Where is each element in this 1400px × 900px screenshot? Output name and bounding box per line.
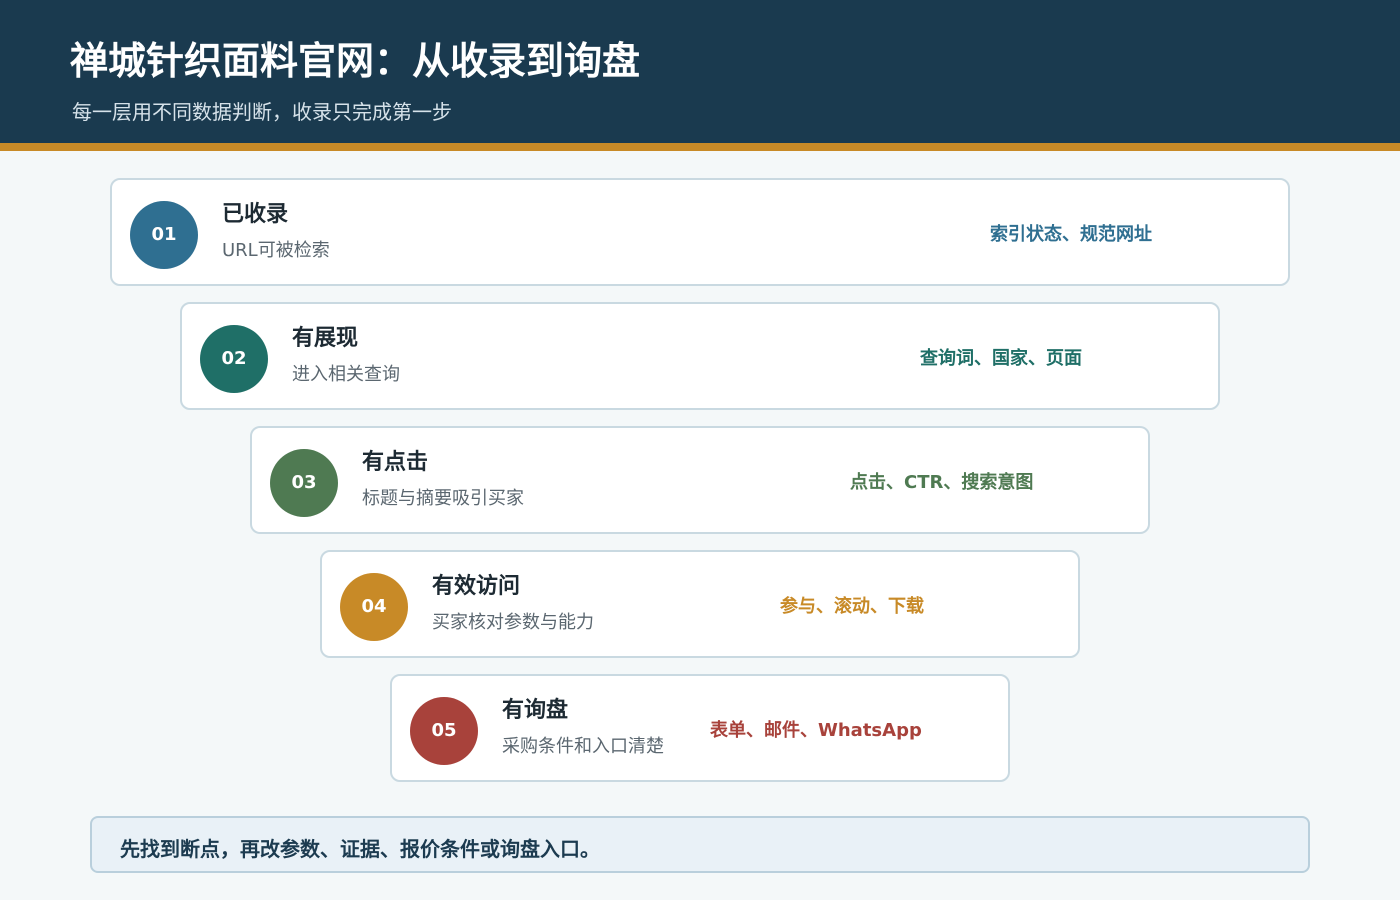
stage-number-badge: 04 xyxy=(340,573,408,641)
stage-description: 进入相关查询 xyxy=(292,364,400,385)
stage-metrics: 索引状态、规范网址 xyxy=(990,224,1152,245)
stage-description: 采购条件和入口清楚 xyxy=(502,736,664,757)
page-header: 禅城针织面料官网：从收录到询盘 每一层用不同数据判断，收录只完成第一步 xyxy=(0,0,1400,143)
summary-note-box: 先找到断点，再改参数、证据、报价条件或询盘入口。 xyxy=(90,816,1310,873)
stage-description: 买家核对参数与能力 xyxy=(432,612,594,633)
funnel-stage-1: 01 已收录 URL可被检索 索引状态、规范网址 xyxy=(110,178,1290,286)
funnel-stage-4: 04 有效访问 买家核对参数与能力 参与、滚动、下载 xyxy=(320,550,1080,658)
stage-title: 已收录 xyxy=(222,202,289,227)
funnel-stage-5: 05 有询盘 采购条件和入口清楚 表单、邮件、WhatsApp xyxy=(390,674,1010,782)
stage-description: URL可被检索 xyxy=(222,240,330,261)
page-subtitle: 每一层用不同数据判断，收录只完成第一步 xyxy=(72,100,452,124)
funnel-stage-3: 03 有点击 标题与摘要吸引买家 点击、CTR、搜索意图 xyxy=(250,426,1150,534)
summary-note: 先找到断点，再改参数、证据、报价条件或询盘入口。 xyxy=(120,837,600,861)
stage-description: 标题与摘要吸引买家 xyxy=(362,488,524,509)
stage-number-badge: 03 xyxy=(270,449,338,517)
stage-metrics: 查询词、国家、页面 xyxy=(920,348,1082,369)
funnel-stage-2: 02 有展现 进入相关查询 查询词、国家、页面 xyxy=(180,302,1220,410)
page-title: 禅城针织面料官网：从收录到询盘 xyxy=(70,39,641,83)
stage-number-badge: 01 xyxy=(130,201,198,269)
stage-number-badge: 02 xyxy=(200,325,268,393)
stage-metrics: 参与、滚动、下载 xyxy=(780,596,924,617)
stage-title: 有效访问 xyxy=(432,574,521,599)
stage-title: 有点击 xyxy=(362,450,429,475)
header-accent-rule xyxy=(0,143,1400,151)
stage-metrics: 点击、CTR、搜索意图 xyxy=(850,472,1034,493)
stage-title: 有询盘 xyxy=(502,698,569,723)
stage-number-badge: 05 xyxy=(410,697,478,765)
stage-title: 有展现 xyxy=(292,326,359,351)
stage-metrics: 表单、邮件、WhatsApp xyxy=(710,720,922,741)
